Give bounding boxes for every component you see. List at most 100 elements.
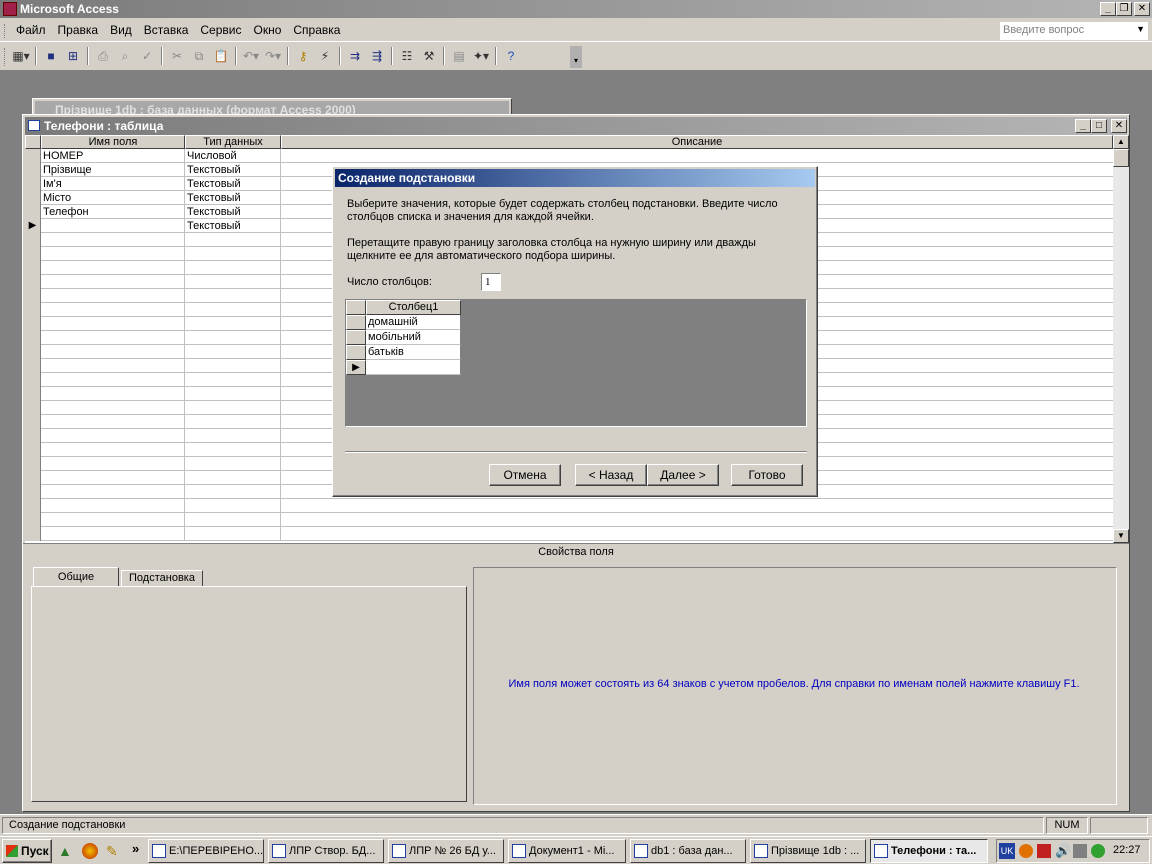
field-name-cell[interactable] — [41, 429, 185, 443]
restore-button[interactable]: ❐ — [1116, 2, 1132, 16]
vertical-scrollbar[interactable]: ▲ ▼ — [1113, 135, 1129, 543]
database-window-icon[interactable]: ▤ — [450, 47, 468, 65]
scroll-up-button[interactable]: ▲ — [1113, 135, 1129, 149]
menu-edit[interactable]: Правка — [52, 20, 105, 40]
indexes-icon[interactable]: ⚡ — [316, 47, 334, 65]
row-selector[interactable] — [25, 527, 41, 541]
cancel-button[interactable]: Отмена — [489, 464, 561, 486]
paste-icon[interactable]: 📋 — [212, 47, 230, 65]
data-type-cell[interactable] — [185, 457, 281, 471]
quicklaunch-tool-icon[interactable]: ✎ — [106, 843, 118, 860]
row-selector[interactable] — [25, 387, 41, 401]
description-cell[interactable] — [281, 499, 1113, 513]
field-name-cell[interactable]: Ім'я — [41, 177, 185, 191]
properties-icon[interactable]: ☷ — [398, 47, 416, 65]
field-name-cell[interactable] — [41, 261, 185, 275]
toolbar-options-icon[interactable]: ▾ — [570, 46, 582, 68]
field-name-cell[interactable] — [41, 317, 185, 331]
lookup-value-cell[interactable]: батьків — [366, 345, 461, 360]
row-selector[interactable] — [25, 261, 41, 275]
lookup-value-cell[interactable]: мобільний — [366, 330, 461, 345]
taskbar-task-4[interactable]: Документ1 - Mi... — [508, 839, 626, 863]
row-selector[interactable] — [25, 443, 41, 457]
field-name-cell[interactable] — [41, 233, 185, 247]
table-close-button[interactable]: ✕ — [1111, 119, 1127, 133]
row-selector[interactable] — [25, 205, 41, 219]
row-selector[interactable] — [25, 429, 41, 443]
field-name-cell[interactable] — [41, 359, 185, 373]
data-type-cell[interactable] — [185, 527, 281, 541]
field-name-cell[interactable] — [41, 247, 185, 261]
data-type-cell[interactable] — [185, 345, 281, 359]
row-selector[interactable] — [25, 513, 41, 527]
data-type-cell[interactable]: Текстовый — [185, 219, 281, 233]
tab-general[interactable]: Общие — [33, 567, 119, 587]
scroll-down-button[interactable]: ▼ — [1113, 529, 1129, 543]
data-type-cell[interactable]: Числовой — [185, 149, 281, 163]
field-name-cell[interactable] — [41, 513, 185, 527]
row-selector[interactable] — [25, 331, 41, 345]
current-row-indicator-icon[interactable]: ▶ — [25, 219, 41, 233]
data-type-cell[interactable] — [185, 401, 281, 415]
data-type-cell[interactable] — [185, 247, 281, 261]
menu-window[interactable]: Окно — [247, 20, 287, 40]
save-icon[interactable]: ■ — [42, 47, 60, 65]
data-type-cell[interactable] — [185, 443, 281, 457]
data-type-cell[interactable] — [185, 289, 281, 303]
menu-tools[interactable]: Сервис — [194, 20, 247, 40]
primary-key-icon[interactable]: ⚷ — [294, 47, 312, 65]
save-copy-icon[interactable]: ⊞ — [64, 47, 82, 65]
menu-insert[interactable]: Вставка — [138, 20, 195, 40]
current-row-indicator-icon[interactable]: ▶ — [346, 360, 366, 375]
taskbar-task-7[interactable]: Телефони : та... — [870, 839, 988, 863]
data-type-cell[interactable] — [185, 261, 281, 275]
field-name-cell[interactable] — [41, 275, 185, 289]
copy-icon[interactable]: ⧉ — [190, 47, 208, 65]
description-cell[interactable] — [281, 149, 1113, 163]
row-selector[interactable] — [25, 177, 41, 191]
start-button[interactable]: Пуск — [2, 839, 52, 863]
row-selector[interactable] — [25, 499, 41, 513]
data-type-cell[interactable] — [185, 373, 281, 387]
taskbar-task-5[interactable]: db1 : база дан... — [630, 839, 746, 863]
row-selector[interactable] — [25, 289, 41, 303]
row-selector[interactable] — [25, 485, 41, 499]
taskbar-task-2[interactable]: ЛПР Створ. БД... — [268, 839, 384, 863]
data-type-cell[interactable] — [185, 499, 281, 513]
row-selector[interactable] — [25, 191, 41, 205]
columns-count-input[interactable]: 1 — [481, 273, 501, 291]
field-name-cell[interactable] — [41, 471, 185, 485]
row-selector[interactable] — [25, 415, 41, 429]
table-row[interactable] — [25, 499, 1113, 513]
data-type-cell[interactable]: Текстовый — [185, 191, 281, 205]
field-name-cell[interactable] — [41, 457, 185, 471]
row-selector[interactable] — [25, 233, 41, 247]
data-type-cell[interactable] — [185, 317, 281, 331]
quicklaunch-more-icon[interactable]: » — [132, 841, 139, 856]
data-type-cell[interactable] — [185, 303, 281, 317]
table-minimize-button[interactable]: _ — [1075, 119, 1091, 133]
data-type-cell[interactable] — [185, 415, 281, 429]
view-icon[interactable]: ▦▾ — [12, 47, 30, 65]
field-name-cell[interactable] — [41, 415, 185, 429]
field-name-cell[interactable] — [41, 387, 185, 401]
menu-help[interactable]: Справка — [287, 20, 346, 40]
field-name-cell[interactable]: Місто — [41, 191, 185, 205]
row-selector[interactable] — [346, 315, 366, 330]
row-selector[interactable] — [346, 330, 366, 345]
row-selector[interactable] — [25, 471, 41, 485]
scroll-thumb[interactable] — [1113, 149, 1129, 167]
menu-view[interactable]: Вид — [104, 20, 138, 40]
close-button[interactable]: ✕ — [1134, 2, 1150, 16]
data-type-cell[interactable] — [185, 233, 281, 247]
data-type-cell[interactable]: Текстовый — [185, 177, 281, 191]
field-name-cell[interactable] — [41, 401, 185, 415]
data-type-cell[interactable] — [185, 387, 281, 401]
row-selector[interactable] — [25, 275, 41, 289]
redo-icon[interactable]: ↷▾ — [264, 47, 282, 65]
print-icon[interactable]: ⎙ — [94, 47, 112, 65]
delete-rows-icon[interactable]: ⇶ — [368, 47, 386, 65]
row-selector[interactable] — [25, 401, 41, 415]
table-row[interactable] — [25, 527, 1113, 541]
column1-header[interactable]: Столбец1 — [366, 300, 461, 315]
